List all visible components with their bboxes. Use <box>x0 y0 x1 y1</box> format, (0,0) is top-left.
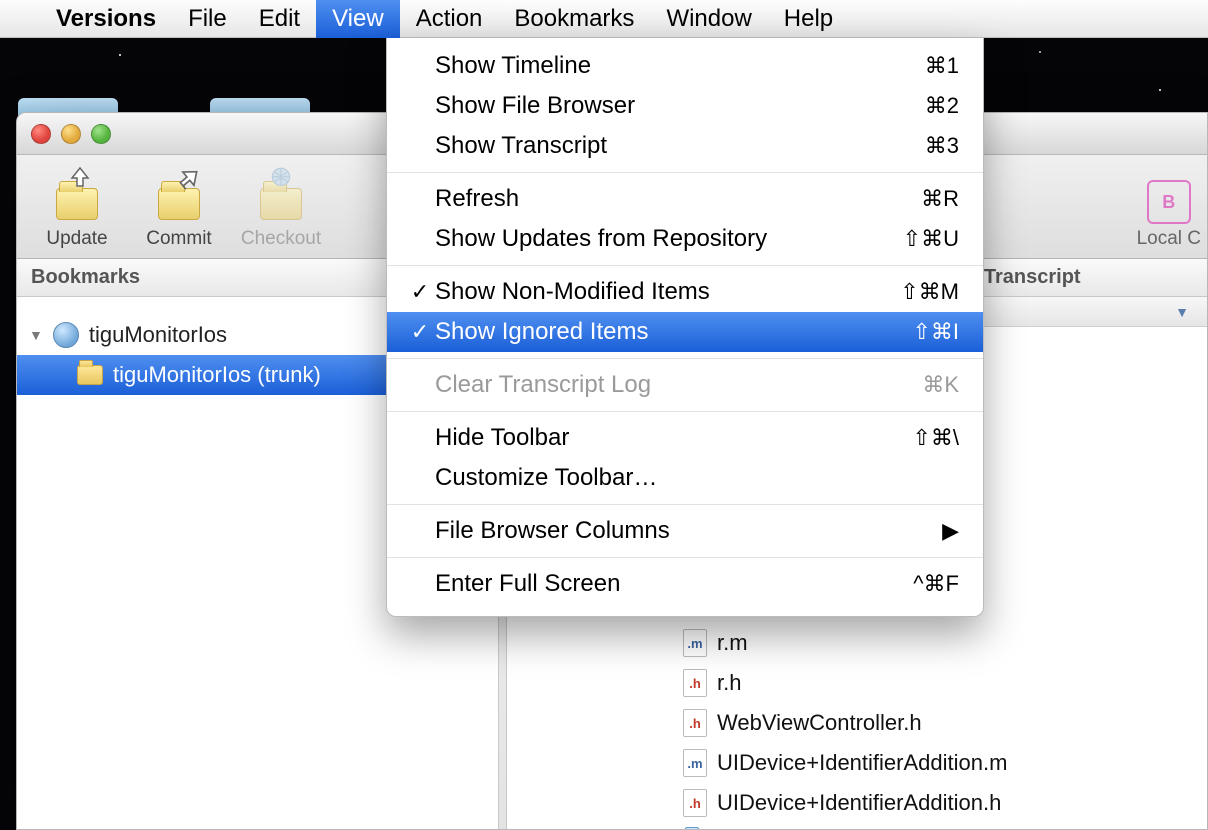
toolbar-commit-button[interactable]: Commit <box>131 170 227 250</box>
file-name: UIDevice+IdentifierAddition.h <box>717 790 1001 816</box>
menubar-bookmarks[interactable]: Bookmarks <box>498 0 650 38</box>
disclosure-triangle-icon[interactable]: ▼ <box>29 327 43 343</box>
toolbar-local-button[interactable]: B Local C <box>1137 180 1201 250</box>
local-changes-icon: B <box>1147 180 1191 224</box>
file-name: r.h <box>717 670 741 696</box>
menubar-window[interactable]: Window <box>650 0 767 38</box>
toolbar-checkout-button[interactable]: Checkout <box>233 170 329 250</box>
menu-hide-toolbar[interactable]: Hide Toolbar⇧⌘\ <box>387 418 983 458</box>
menu-separator <box>387 504 983 505</box>
menubar-view[interactable]: View <box>316 0 400 38</box>
menu-separator <box>387 557 983 558</box>
file-name: UIDevice+IdentifierAddition.m <box>717 750 1007 776</box>
window-zoom-button[interactable] <box>91 124 111 144</box>
menu-enter-full-screen[interactable]: Enter Full Screen^⌘F <box>387 564 983 604</box>
menu-file-browser-columns[interactable]: File Browser Columns▶ <box>387 511 983 551</box>
toolbar-local-label: Local C <box>1137 228 1201 250</box>
file-name: WebViewController.h <box>717 710 922 736</box>
menu-show-file-browser[interactable]: Show File Browser⌘2 <box>387 86 983 126</box>
desktop: Versions File Edit View Action Bookmarks… <box>0 0 1208 830</box>
file-row[interactable]: .h r.h <box>507 663 1207 703</box>
menu-clear-transcript: Clear Transcript Log⌘K <box>387 365 983 405</box>
window-minimize-button[interactable] <box>61 124 81 144</box>
menu-show-updates[interactable]: Show Updates from Repository⇧⌘U <box>387 219 983 259</box>
checkout-icon <box>254 170 308 224</box>
file-row[interactable]: .h WebViewController.h <box>507 703 1207 743</box>
file-row[interactable]: .h UIDevice+IdentifierAddition.h <box>507 783 1207 823</box>
submenu-arrow-icon: ▶ <box>942 518 959 544</box>
file-row[interactable]: .m UIDevice+IdentifierAddition.m <box>507 743 1207 783</box>
commit-icon <box>152 170 206 224</box>
menu-separator <box>387 358 983 359</box>
toolbar-commit-label: Commit <box>146 228 211 250</box>
chevron-down-icon: ▼ <box>1175 304 1189 320</box>
menubar-file[interactable]: File <box>172 0 243 38</box>
toolbar-update-button[interactable]: Update <box>29 170 125 250</box>
toolbar-checkout-label: Checkout <box>241 228 321 250</box>
menu-refresh[interactable]: Refresh⌘R <box>387 179 983 219</box>
menu-show-transcript[interactable]: Show Transcript⌘3 <box>387 126 983 166</box>
file-row[interactable]: .m r.m <box>507 623 1207 663</box>
h-file-icon: .h <box>683 669 707 697</box>
menubar-edit[interactable]: Edit <box>243 0 316 38</box>
window-close-button[interactable] <box>31 124 51 144</box>
checkmark-icon: ✓ <box>405 279 435 305</box>
globe-icon <box>53 322 79 348</box>
toolbar-update-label: Update <box>46 228 107 250</box>
bookmark-trunk-label: tiguMonitorIos (trunk) <box>113 362 321 388</box>
menu-show-non-modified[interactable]: ✓Show Non-Modified Items⇧⌘M <box>387 272 983 312</box>
menu-show-ignored[interactable]: ✓Show Ignored Items⇧⌘I <box>387 312 983 352</box>
m-file-icon: .m <box>683 629 707 657</box>
bookmark-repo-label: tiguMonitorIos <box>89 322 227 348</box>
menubar-action[interactable]: Action <box>400 0 499 38</box>
update-icon <box>50 170 104 224</box>
menubar-help[interactable]: Help <box>768 0 849 38</box>
file-name: r.m <box>717 630 748 656</box>
h-file-icon: .h <box>683 789 707 817</box>
folder-icon <box>77 365 103 385</box>
menu-show-timeline[interactable]: Show Timeline⌘1 <box>387 46 983 86</box>
menubar-app[interactable]: Versions <box>40 0 172 38</box>
file-row[interactable]: ▶ShowMessageTests <box>507 823 1207 829</box>
m-file-icon: .m <box>683 749 707 777</box>
menu-separator <box>387 172 983 173</box>
view-menu-dropdown: Show Timeline⌘1 Show File Browser⌘2 Show… <box>386 38 984 617</box>
h-file-icon: .h <box>683 709 707 737</box>
checkmark-icon: ✓ <box>405 319 435 345</box>
system-menubar: Versions File Edit View Action Bookmarks… <box>0 0 1208 38</box>
menu-separator <box>387 265 983 266</box>
menu-separator <box>387 411 983 412</box>
menu-customize-toolbar[interactable]: Customize Toolbar… <box>387 458 983 498</box>
